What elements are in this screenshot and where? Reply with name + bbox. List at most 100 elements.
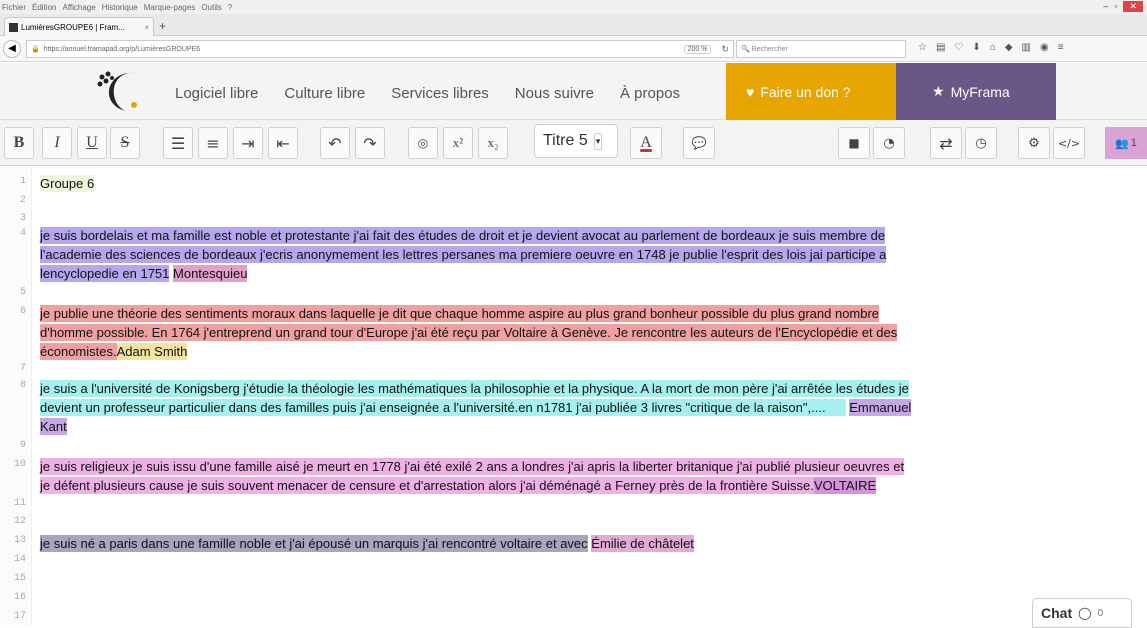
new-tab-button[interactable]: + <box>159 19 166 33</box>
underline-button[interactable]: U <box>77 127 107 159</box>
favicon-icon <box>9 22 18 32</box>
chat-bubble-icon: ◯ <box>1078 606 1092 620</box>
hamburger-menu-icon[interactable]: ≡ <box>1058 42 1064 53</box>
line-number: 1 <box>19 176 26 187</box>
reload-icon[interactable]: ↻ <box>721 44 729 55</box>
nav-nous-suivre[interactable]: Nous suivre <box>515 85 594 102</box>
line-number-gutter: 1 2 3 4 5 6 7 8 9 10 11 12 13 14 15 16 1… <box>0 167 32 625</box>
library-icon[interactable]: ▥ <box>1022 42 1031 53</box>
philosopher-name: Kant <box>40 418 67 435</box>
line-number: 3 <box>19 213 26 224</box>
browser-toolbar-icons: ☆ ▤ ♡ ⬇ ⌂ ◆ ▥ ◉ ≡ <box>918 42 1064 53</box>
subscript-button[interactable]: x₂ <box>478 127 508 159</box>
zoom-level[interactable]: 200 % <box>683 44 712 54</box>
tab-title: LumièresGROUPE6 | Fram... <box>21 22 125 32</box>
philosopher-name: Emmanuel <box>849 399 912 416</box>
reading-list-icon[interactable]: ▤ <box>936 42 945 53</box>
philosopher-name: Émilie de châtelet <box>591 535 694 552</box>
italic-button[interactable]: I <box>42 127 72 159</box>
doc-line: je suis bordelais et ma famille est nobl… <box>40 226 886 245</box>
editor-toolbar: B I U S ☰ ≡ ⇥ ⇤ ↶ ↷ ◎ x² x₂ Titre 5 ▾ A … <box>0 120 1147 166</box>
doc-line: je suis né a paris dans une famille nobl… <box>40 534 694 553</box>
nav-logiciel-libre[interactable]: Logiciel libre <box>175 85 258 102</box>
home-icon[interactable]: ⌂ <box>990 42 996 53</box>
menu-history[interactable]: Historique <box>102 3 138 12</box>
menu-help[interactable]: ? <box>228 3 232 12</box>
url-text: https://annuel.framapad.org/p/LumièresGR… <box>43 45 201 53</box>
indent-icon[interactable]: ⇥ <box>233 127 263 159</box>
menu-view[interactable]: Affichage <box>62 3 95 12</box>
nav-culture-libre[interactable]: Culture libre <box>284 85 365 102</box>
chat-button[interactable]: Chat ◯ 0 <box>1032 598 1132 628</box>
comment-icon[interactable]: 💬 <box>683 127 715 159</box>
nav-services-libres[interactable]: Services libres <box>391 85 489 102</box>
donate-button[interactable]: ♥ Faire un don ? <box>726 63 896 120</box>
chat-label: Chat <box>1041 605 1073 621</box>
minimize-button[interactable]: – <box>1103 1 1108 12</box>
menu-tools[interactable]: Outils <box>201 3 221 12</box>
philosopher-name: VOLTAIRE <box>813 477 877 494</box>
menu-bookmarks[interactable]: Marque-pages <box>144 3 196 12</box>
framasoft-header: Logiciel libre Culture libre Services li… <box>0 63 1147 120</box>
dashboard-icon[interactable]: ◔ <box>873 127 905 159</box>
url-bar[interactable]: 🔒 https://annuel.framapad.org/p/Lumières… <box>26 40 734 58</box>
bookmark-star-icon[interactable]: ☆ <box>918 42 927 53</box>
author-text: je suis a l'université de Konigsberg j'é… <box>40 380 909 397</box>
tab-close-icon[interactable]: × <box>144 23 149 32</box>
bold-button[interactable]: B <box>4 127 34 159</box>
line-number: 9 <box>19 440 26 451</box>
doc-line: Groupe 6 <box>40 174 95 193</box>
line-number: 14 <box>13 554 26 565</box>
ordered-list-icon[interactable]: ☰ <box>163 127 193 159</box>
line-number: 8 <box>19 380 26 391</box>
back-arrow-icon[interactable]: ◀ <box>3 39 21 58</box>
nav-a-propos[interactable]: À propos <box>620 85 680 102</box>
superscript-button[interactable]: x² <box>443 127 473 159</box>
tab-bar: LumièresGROUPE6 | Fram... × + <box>0 14 1147 36</box>
download-icon[interactable]: ⬇ <box>972 42 980 53</box>
author-text: je suis né a paris dans une famille nobl… <box>40 535 588 552</box>
outdent-icon[interactable]: ⇤ <box>268 127 298 159</box>
addon-icon[interactable]: ◉ <box>1040 42 1049 53</box>
line-number: 2 <box>19 195 26 206</box>
unordered-list-icon[interactable]: ≡ <box>198 127 228 159</box>
author-text: je suis bordelais et ma famille est nobl… <box>40 227 886 244</box>
text-color-icon[interactable]: A <box>630 127 662 159</box>
hide-authorship-icon[interactable]: ◎ <box>408 127 438 159</box>
menu-file[interactable]: Fichier <box>2 3 26 12</box>
line-number: 15 <box>13 573 26 584</box>
heading-select-value: Titre 5 <box>543 132 588 149</box>
close-window-button[interactable]: ✕ <box>1123 1 1143 12</box>
line-number: 11 <box>13 498 26 509</box>
myframa-button[interactable]: ★ MyFrama <box>896 63 1056 120</box>
redo-icon[interactable]: ↷ <box>355 127 385 159</box>
users-count: 1 <box>1130 137 1137 149</box>
line-number: 7 <box>19 363 26 374</box>
import-export-icon[interactable]: ⇄ <box>930 127 962 159</box>
search-placeholder: Rechercher <box>751 45 788 53</box>
chat-count: 0 <box>1097 607 1104 619</box>
search-icon: 🔍 <box>741 46 752 53</box>
extension-icon[interactable]: ◆ <box>1005 42 1013 53</box>
main-nav: Logiciel libre Culture libre Services li… <box>175 85 680 102</box>
pocket-icon[interactable]: ♡ <box>954 42 963 53</box>
pad-editor[interactable]: 1 2 3 4 5 6 7 8 9 10 11 12 13 14 15 16 1… <box>0 167 1147 625</box>
undo-icon[interactable]: ↶ <box>320 127 350 159</box>
maximize-button[interactable]: ▫ <box>1114 1 1117 12</box>
doc-line: je suis religieux je suis issu d'une fam… <box>40 457 905 476</box>
history-icon[interactable]: ◷ <box>965 127 997 159</box>
settings-gear-icon[interactable]: ⚙ <box>1018 127 1050 159</box>
heading-select[interactable]: Titre 5 ▾ <box>534 124 618 158</box>
chevron-down-icon: ▾ <box>593 132 603 150</box>
author-text: d'homme possible. En 1764 j'entreprend u… <box>40 324 898 341</box>
users-button[interactable]: 👥 1 <box>1105 127 1147 159</box>
embed-code-icon[interactable]: </> <box>1053 127 1085 159</box>
strikethrough-button[interactable]: S <box>110 127 140 159</box>
search-input[interactable]: 🔍 Rechercher <box>736 40 906 58</box>
browser-tab[interactable]: LumièresGROUPE6 | Fram... × <box>4 17 154 36</box>
doc-line: l'academie des sciences de bordeaux j'ec… <box>40 245 887 264</box>
video-icon[interactable]: ■ <box>838 127 870 159</box>
author-text: l'academie des sciences de bordeaux j'ec… <box>40 246 887 263</box>
menu-edit[interactable]: Édition <box>32 3 56 12</box>
doc-title: Groupe 6 <box>40 175 95 192</box>
